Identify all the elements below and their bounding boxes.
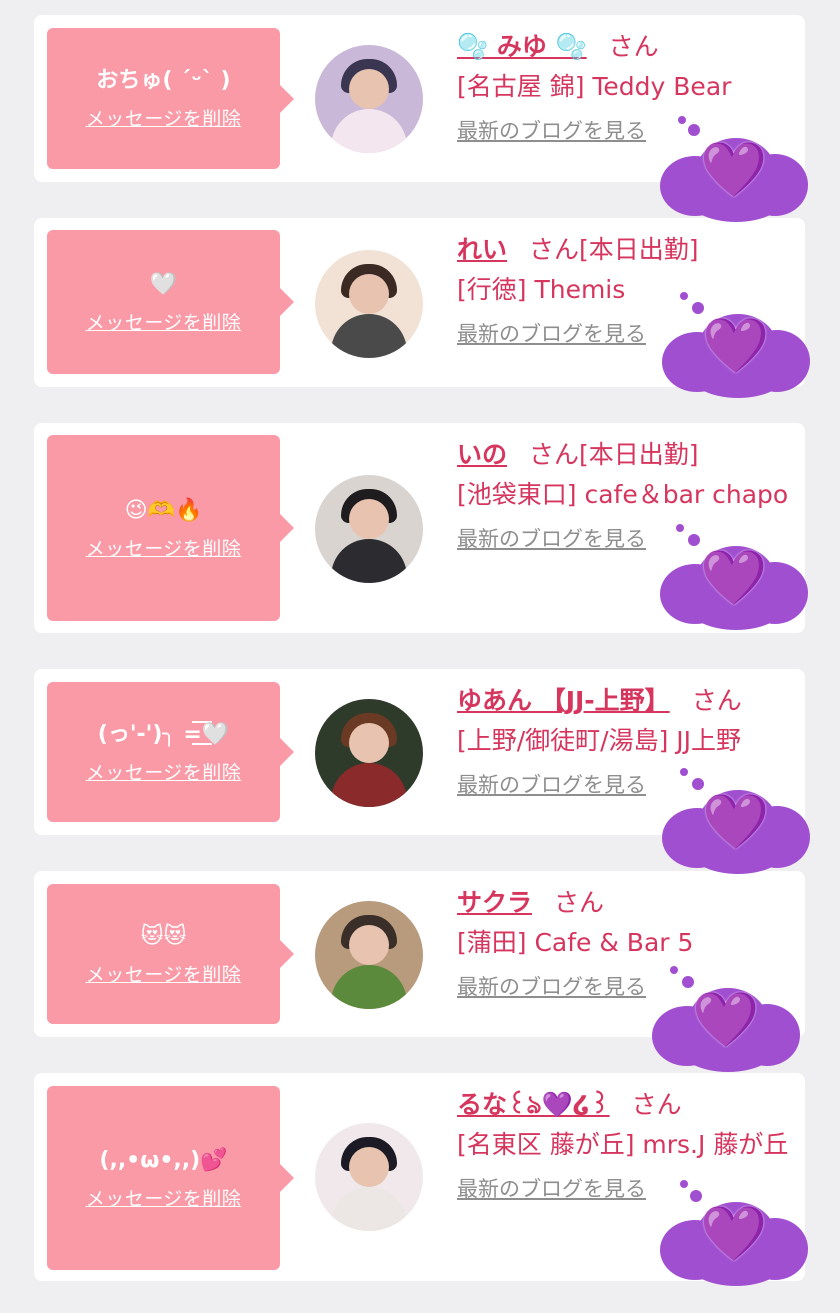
shop-name: [名古屋 錦] Teddy Bear bbox=[457, 72, 732, 101]
delete-message-link[interactable]: メッセージを削除 bbox=[86, 308, 242, 335]
latest-blog-link[interactable]: 最新のブログを見る bbox=[457, 523, 646, 553]
delete-message-link[interactable]: メッセージを削除 bbox=[86, 104, 242, 131]
delete-message-link[interactable]: メッセージを削除 bbox=[86, 758, 242, 785]
purple-heart-icon: 💜 bbox=[700, 1202, 768, 1265]
message-bubble: 😉🫶🔥 メッセージを削除 bbox=[47, 435, 294, 621]
cast-name-link[interactable]: 🫧 みゆ 🫧 bbox=[457, 32, 587, 61]
message-bubble: (,,•ω•,,)💕 メッセージを削除 bbox=[47, 1086, 294, 1270]
avatar[interactable] bbox=[315, 250, 423, 358]
message-bubble: 🤍 メッセージを削除 bbox=[47, 230, 294, 374]
message-text: おちゅ( ´ᵕ` ) bbox=[96, 68, 231, 93]
latest-blog-link[interactable]: 最新のブログを見る bbox=[457, 318, 646, 348]
message-bubble: 😻😻 メッセージを削除 bbox=[47, 884, 294, 1024]
shop-name: [上野/御徒町/湯島] JJ上野 bbox=[457, 726, 742, 755]
purple-heart-icon: 💜 bbox=[700, 138, 768, 201]
thought-heart-icon: 💜 bbox=[656, 524, 816, 634]
message-bubble: (っ'-')╮ =͟͟͞͞🤍 メッセージを削除 bbox=[47, 682, 294, 822]
honorific: さん[本日出勤] bbox=[529, 235, 699, 264]
thought-heart-icon: 💜 bbox=[648, 966, 808, 1076]
cast-name-link[interactable]: いの bbox=[457, 440, 507, 469]
thought-heart-icon: 💜 bbox=[658, 768, 818, 878]
shop-name: [池袋東口] cafe＆bar chapo bbox=[457, 480, 789, 509]
purple-heart-icon: 💜 bbox=[702, 790, 770, 853]
honorific: さん[本日出勤] bbox=[529, 440, 699, 469]
avatar[interactable] bbox=[315, 45, 423, 153]
latest-blog-link[interactable]: 最新のブログを見る bbox=[457, 971, 646, 1001]
latest-blog-link[interactable]: 最新のブログを見る bbox=[457, 115, 646, 145]
avatar[interactable] bbox=[315, 901, 423, 1009]
purple-heart-icon: 💜 bbox=[702, 314, 770, 377]
shop-name: [名東区 藤が丘] mrs.J 藤が丘 bbox=[457, 1130, 789, 1159]
latest-blog-link[interactable]: 最新のブログを見る bbox=[457, 1173, 646, 1203]
delete-message-link[interactable]: メッセージを削除 bbox=[86, 534, 242, 561]
message-text: (っ'-')╮ =͟͟͞͞🤍 bbox=[97, 721, 230, 747]
thought-heart-icon: 💜 bbox=[656, 116, 816, 226]
avatar[interactable] bbox=[315, 699, 423, 807]
delete-message-link[interactable]: メッセージを削除 bbox=[86, 1184, 242, 1211]
avatar[interactable] bbox=[315, 475, 423, 583]
cast-name-link[interactable]: るな꒰ঌ💜໒꒱ bbox=[457, 1090, 610, 1119]
latest-blog-link[interactable]: 最新のブログを見る bbox=[457, 769, 646, 799]
cast-name-link[interactable]: ゆあん 【JJ-上野】 bbox=[457, 686, 670, 715]
shop-name: [蒲田] Cafe & Bar 5 bbox=[457, 928, 694, 957]
cast-name-link[interactable]: れい bbox=[457, 235, 507, 264]
avatar[interactable] bbox=[315, 1123, 423, 1231]
delete-message-link[interactable]: メッセージを削除 bbox=[86, 960, 242, 987]
message-text: 🤍 bbox=[149, 271, 178, 297]
thought-heart-icon: 💜 bbox=[658, 292, 818, 402]
honorific: さん bbox=[608, 32, 659, 61]
honorific: さん bbox=[631, 1090, 682, 1119]
message-text: 😉🫶🔥 bbox=[124, 497, 203, 523]
message-text: 😻😻 bbox=[140, 923, 187, 949]
purple-heart-icon: 💜 bbox=[700, 546, 768, 609]
message-text: (,,•ω•,,)💕 bbox=[99, 1147, 228, 1173]
cast-name-link[interactable]: サクラ bbox=[457, 888, 532, 917]
message-bubble: おちゅ( ´ᵕ` ) メッセージを削除 bbox=[47, 28, 294, 169]
thought-heart-icon: 💜 bbox=[656, 1180, 816, 1290]
honorific: さん bbox=[554, 888, 605, 917]
honorific: さん bbox=[691, 686, 742, 715]
purple-heart-icon: 💜 bbox=[692, 988, 760, 1051]
